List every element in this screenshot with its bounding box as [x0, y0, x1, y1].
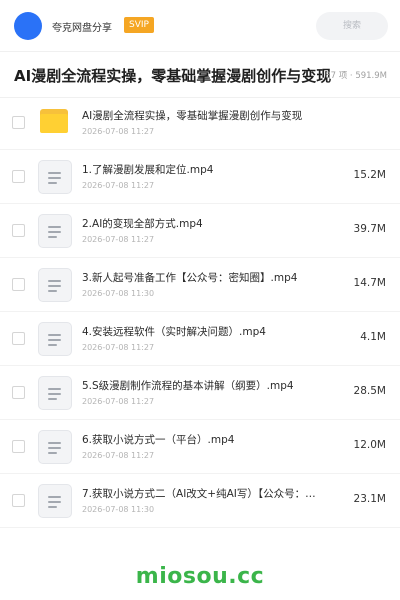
file-row[interactable]: 6.获取小说方式一（平台）.mp4 2026-07-08 11:27 12.0M: [0, 420, 400, 474]
file-size: 39.7M: [353, 223, 386, 235]
file-name: 2.AI的变现全部方式.mp4: [82, 218, 203, 230]
file-size: 15.2M: [353, 169, 386, 181]
file-size: 14.7M: [353, 277, 386, 289]
footer: miosou.cc: [0, 554, 400, 600]
file-size: 12.0M: [353, 439, 386, 451]
header-bar: 夸克网盘分享 SVIP 搜索: [0, 0, 400, 52]
row-checkbox[interactable]: [12, 494, 25, 507]
file-date: 2026-07-08 11:30: [82, 289, 155, 298]
file-row[interactable]: 3.新人起号准备工作【公众号：密知圈】.mp4 2026-07-08 11:30 1…: [0, 258, 400, 312]
folder-icon: [40, 109, 68, 133]
file-row[interactable]: 7.获取小说方式二（AI改文+纯AI写）【公众号：… 2026-07-08 11:…: [0, 474, 400, 528]
file-date: 2026-07-08 11:27: [82, 451, 155, 460]
avatar[interactable]: [14, 12, 42, 40]
file-date: 2026-07-08 11:30: [82, 505, 155, 514]
watermark-logo: miosou.cc: [135, 564, 265, 589]
file-date: 2026-07-08 11:27: [82, 181, 155, 190]
row-checkbox[interactable]: [12, 224, 25, 237]
title-row: AI漫剧全流程实操，零基础掌握漫剧创作与变现 87 项 · 591.9M: [0, 52, 400, 98]
file-name: AI漫剧全流程实操，零基础掌握漫剧创作与变现: [82, 110, 303, 122]
document-icon: [38, 268, 72, 302]
file-name: 6.获取小说方式一（平台）.mp4: [82, 434, 235, 446]
document-icon: [38, 160, 72, 194]
file-row[interactable]: 5.S级漫剧制作流程的基本讲解（纲要）.mp4 2026-07-08 11:27 2…: [0, 366, 400, 420]
file-name: 4.安装远程软件（实时解决问题）.mp4: [82, 326, 266, 338]
app-name: 夸克网盘分享: [52, 23, 112, 34]
file-list: AI漫剧全流程实操，零基础掌握漫剧创作与变现 2026-07-08 11:27 1.…: [0, 96, 400, 528]
file-date: 2026-07-08 11:27: [82, 235, 155, 244]
file-date: 2026-07-08 11:27: [82, 343, 155, 352]
svip-badge: SVIP: [124, 17, 154, 33]
row-checkbox[interactable]: [12, 170, 25, 183]
file-name: 7.获取小说方式二（AI改文+纯AI写）【公众号：…: [82, 488, 316, 500]
document-icon: [38, 214, 72, 248]
file-name: 1.了解漫剧发展和定位.mp4: [82, 164, 214, 176]
file-date: 2026-07-08 11:27: [82, 397, 155, 406]
document-icon: [38, 430, 72, 464]
folder-row[interactable]: AI漫剧全流程实操，零基础掌握漫剧创作与变现 2026-07-08 11:27: [0, 96, 400, 150]
page-title: AI漫剧全流程实操，零基础掌握漫剧创作与变现: [14, 67, 332, 85]
row-checkbox[interactable]: [12, 332, 25, 345]
document-icon: [38, 376, 72, 410]
row-checkbox[interactable]: [12, 386, 25, 399]
document-icon: [38, 484, 72, 518]
row-checkbox[interactable]: [12, 116, 25, 129]
file-date: 2026-07-08 11:27: [82, 127, 155, 136]
item-count-size: 87 项 · 591.9M: [325, 71, 387, 81]
file-row[interactable]: 2.AI的变现全部方式.mp4 2026-07-08 11:27 39.7M: [0, 204, 400, 258]
row-checkbox[interactable]: [12, 440, 25, 453]
file-row[interactable]: 1.了解漫剧发展和定位.mp4 2026-07-08 11:27 15.2M: [0, 150, 400, 204]
file-size: 4.1M: [360, 331, 386, 343]
file-size: 28.5M: [353, 385, 386, 397]
document-icon: [38, 322, 72, 356]
search-input[interactable]: 搜索: [316, 12, 388, 40]
file-name: 3.新人起号准备工作【公众号：密知圈】.mp4: [82, 272, 298, 284]
file-size: 23.1M: [353, 493, 386, 505]
row-checkbox[interactable]: [12, 278, 25, 291]
file-name: 5.S级漫剧制作流程的基本讲解（纲要）.mp4: [82, 380, 294, 392]
file-row[interactable]: 4.安装远程软件（实时解决问题）.mp4 2026-07-08 11:27 4.1M: [0, 312, 400, 366]
